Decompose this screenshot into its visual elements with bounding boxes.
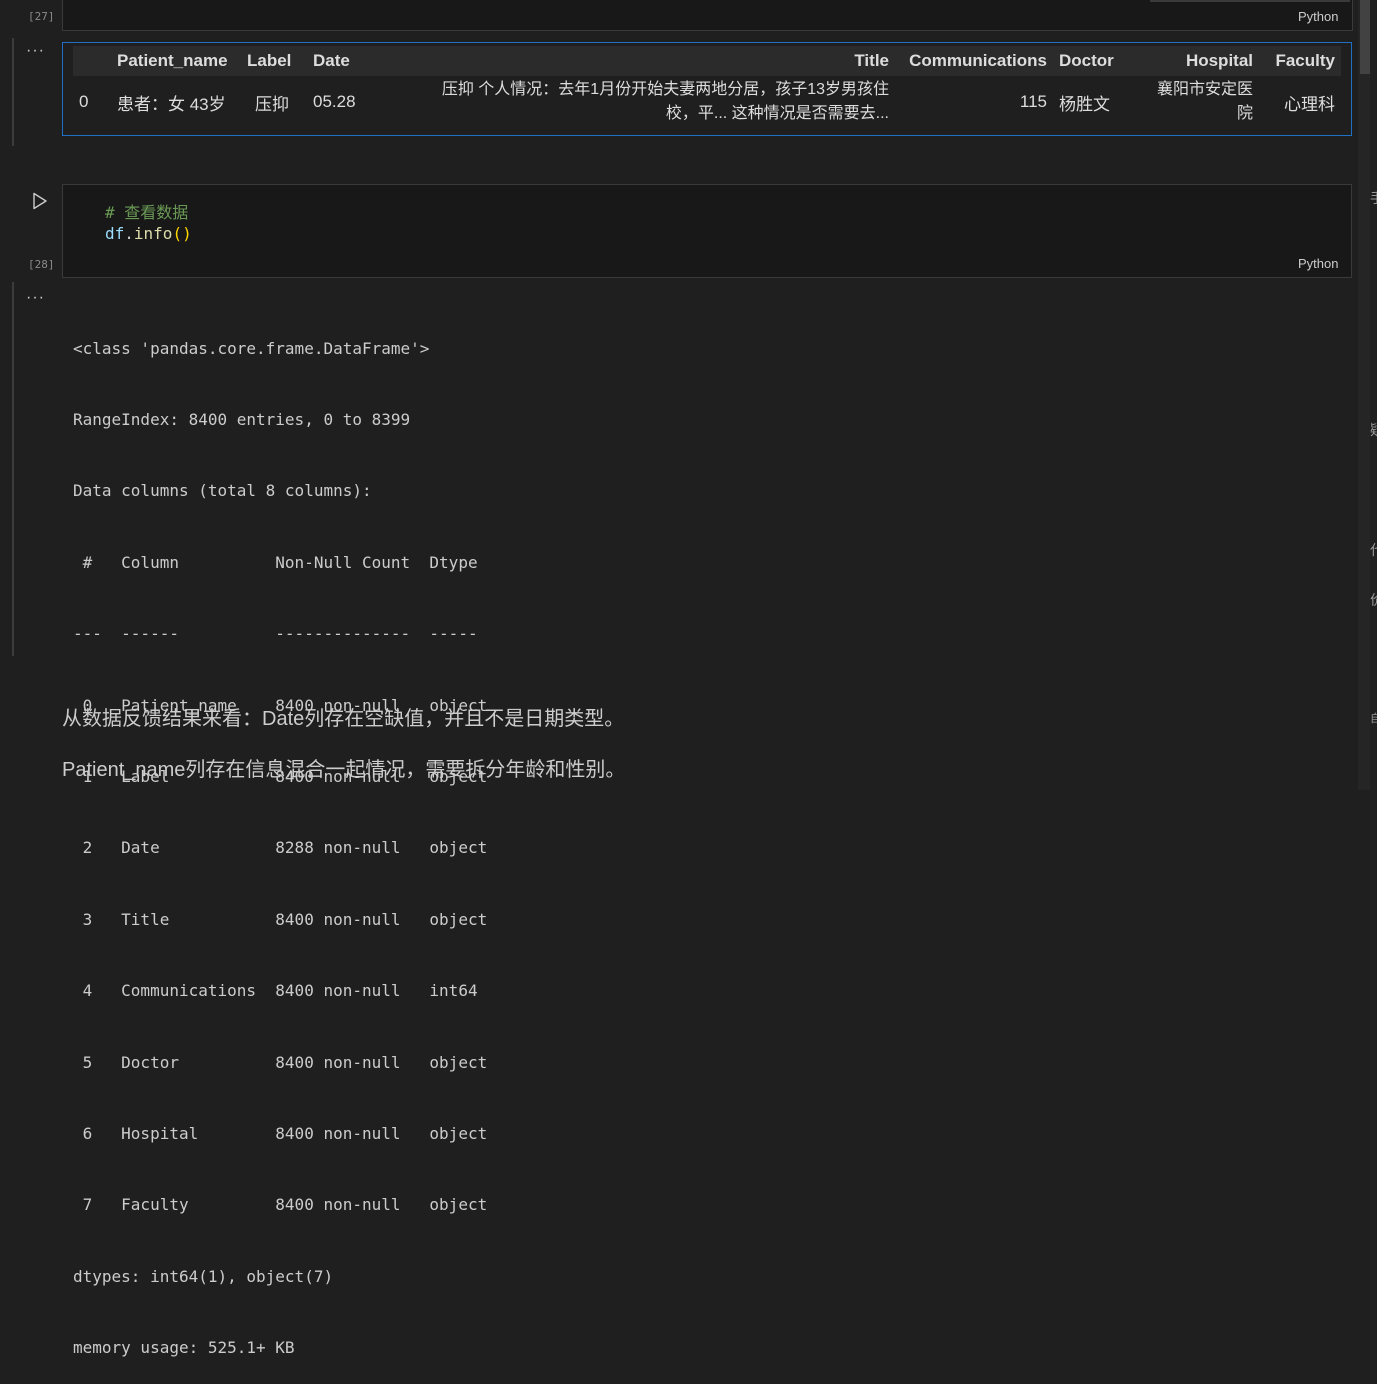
index-header [73,46,111,76]
code-parens: () [172,224,192,243]
cell-date: 05.28 [313,92,356,111]
scrollbar-thumb[interactable] [1360,0,1370,74]
code-function: info [133,224,173,243]
table-header-row: Patient_name Label Date Title Communicat… [73,46,1341,76]
code-comment[interactable]: # 查看数据 [105,199,188,223]
language-label[interactable]: Python [1298,256,1338,271]
hospital-line: 院 [1236,105,1253,122]
vertical-scrollbar[interactable] [1358,0,1370,790]
row-index: 0 [79,92,89,111]
cell-communications: 115 [1019,92,1047,111]
table-row: 0 患者：女 43岁 压抑 05.28 压抑 个人情况：去年1月份开始夫妻两地分… [73,76,1341,128]
cell-patient-name: 患者：女 43岁 [117,94,226,114]
cell-hospital: 襄阳市安定医 院 [1131,76,1259,128]
cell-output-margin [12,282,14,656]
output-line: 6 Hospital 8400 non-null object [73,1123,488,1143]
output-line: 3 Title 8400 non-null object [73,909,488,929]
code-identifier: df [105,224,125,243]
column-header: Patient_name [111,46,241,76]
cell-title: 压抑 个人情况：去年1月份开始夫妻两地分居，孩子13岁男孩住 校，平... 这种… [391,76,895,128]
code-cell-28[interactable]: # 查看数据 df.info() [62,184,1352,278]
output-line: RangeIndex: 8400 entries, 0 to 8399 [73,409,411,429]
edge-glyph: 疑 [1370,420,1377,440]
output-more-button[interactable]: ··· [26,42,45,60]
run-cell-icon[interactable] [32,192,48,210]
markdown-paragraph: 从数据反馈结果来看：Date列存在空缺值，并且不是日期类型。 [62,708,625,730]
code-dot: . [124,224,134,243]
cell-scroll-indicator [1150,0,1350,2]
column-header: Label [241,46,307,76]
output-more-button[interactable]: ··· [26,289,45,307]
column-header: Title [391,46,895,76]
cell-label: 压抑 [255,94,289,114]
code-line[interactable]: df.info() [105,224,192,243]
output-line: memory usage: 525.1+ KB [73,1338,295,1358]
hospital-line: 襄阳市安定医 [1156,81,1253,98]
edge-glyph: 价 [1370,590,1377,610]
edge-glyph: 代 [1370,540,1377,560]
cell-output-margin [12,38,14,146]
execution-count: [28] [28,258,55,271]
output-line: Data columns (total 8 columns): [73,481,372,501]
edge-glyph: 自 [1370,712,1377,725]
execution-count: [27] [28,10,55,23]
output-line: 2 Date 8288 non-null object [73,838,488,858]
cell-doctor: 杨胜文 [1059,94,1110,114]
info-output: <class 'pandas.core.frame.DataFrame'> Ra… [73,289,487,1384]
language-label[interactable]: Python [1298,9,1338,24]
column-header: Hospital [1131,46,1259,76]
cell-faculty: 心理科 [1284,94,1335,114]
dataframe-output: Patient_name Label Date Title Communicat… [62,42,1352,136]
column-header: Communications [895,46,1053,76]
markdown-paragraph: Patient_name列存在信息混合一起情况，需要拆分年龄和性别。 [62,759,626,781]
output-line: <class 'pandas.core.frame.DataFrame'> [73,338,430,358]
column-header: Date [307,46,391,76]
title-line: 压抑 个人情况：去年1月份开始夫妻两地分居，孩子13岁男孩住 [441,81,889,98]
dataframe-table: Patient_name Label Date Title Communicat… [73,46,1341,128]
output-line: --- ------ -------------- ----- [73,624,488,644]
output-line: 5 Doctor 8400 non-null object [73,1052,488,1072]
title-line: 校，平... 这种情况是否需要去... [665,105,889,122]
column-header: Doctor [1053,46,1131,76]
output-line: 4 Communications 8400 non-null int64 [73,981,488,1001]
column-header: Faculty [1259,46,1341,76]
output-line: # Column Non-Null Count Dtype [73,552,488,572]
code-cell-27[interactable] [62,0,1353,31]
output-line: dtypes: int64(1), object(7) [73,1266,334,1286]
output-line: 7 Faculty 8400 non-null object [73,1195,488,1215]
edge-glyph: 手 [1370,188,1377,208]
